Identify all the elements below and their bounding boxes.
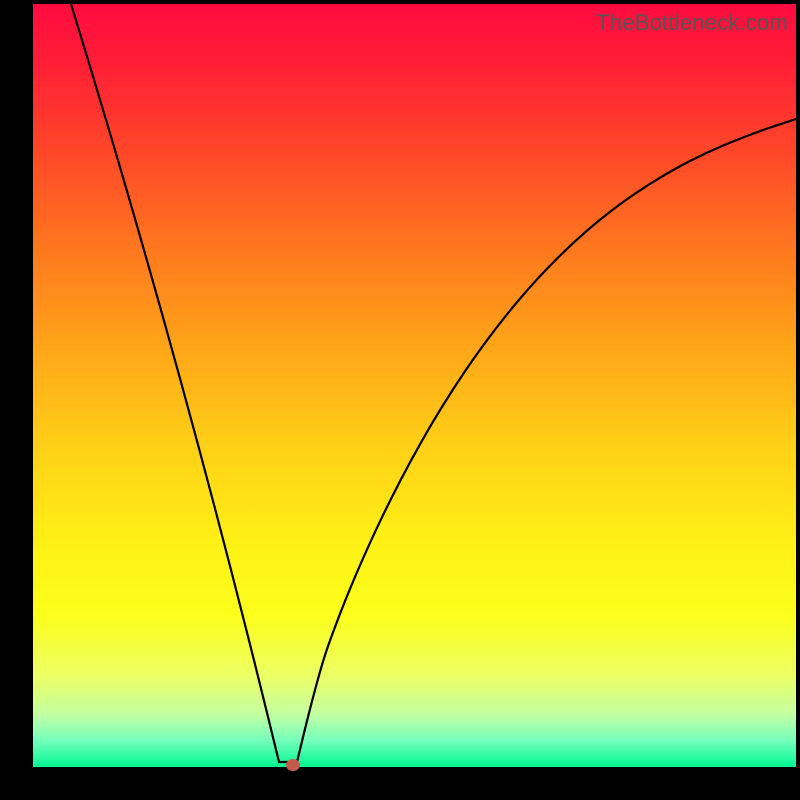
optimum-marker [286,759,300,771]
watermark-text: TheBottleneck.com [596,10,788,36]
plot-area: TheBottleneck.com [33,4,796,767]
curve-svg [33,4,796,767]
bottleneck-curve [71,4,796,762]
